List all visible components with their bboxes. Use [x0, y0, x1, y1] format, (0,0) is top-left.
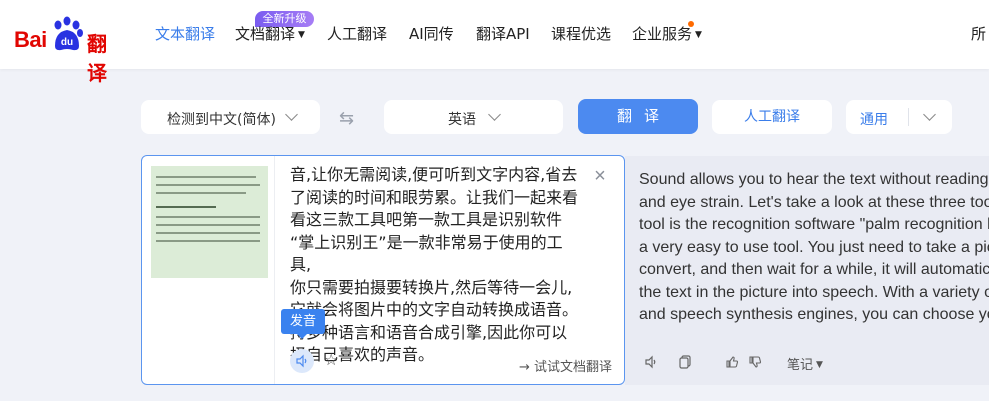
source-text[interactable]: 音,让你无需阅读,便可听到文字内容,省去 了阅读的时间和眼劳累。让我们一起来看 …	[290, 164, 580, 367]
nav-courses[interactable]: 课程优选	[551, 23, 611, 44]
logo-du-text: du	[61, 37, 73, 48]
logo-bai-text: Bai	[14, 27, 47, 52]
divider	[908, 108, 909, 126]
nav-translate-api[interactable]: 翻译API	[476, 23, 530, 44]
nav-ai-interpret[interactable]: AI同传	[409, 23, 454, 44]
logo-translate-text: 翻译	[87, 32, 107, 85]
swap-languages-icon[interactable]: ⇆	[339, 108, 361, 128]
uploaded-image-thumbnail[interactable]	[151, 166, 268, 278]
speaker-icon[interactable]	[641, 353, 661, 371]
nav-right-truncated[interactable]: 所	[971, 23, 986, 44]
speak-tooltip: 发音	[281, 309, 325, 339]
chevron-down-icon	[488, 108, 501, 121]
caret-down-icon: ▼	[695, 30, 702, 40]
nav-doc-translate[interactable]: 文档翻译 ▼	[235, 23, 305, 44]
thumbs-down-icon[interactable]	[745, 353, 765, 371]
clear-text-close-icon[interactable]: ×	[592, 166, 608, 186]
target-language-select[interactable]: 英语	[384, 100, 563, 134]
translated-text[interactable]: Sound allows you to hear the text withou…	[639, 169, 989, 327]
thumbs-up-icon[interactable]	[722, 353, 742, 371]
speaker-icon[interactable]	[290, 349, 314, 373]
caret-down-icon: ▼	[298, 30, 305, 40]
baidu-paw-icon: du	[54, 16, 83, 51]
top-header: Bai du 翻译 全新升级 文本翻译 文档翻译 ▼ 人工翻译 AI同传 翻译AP…	[0, 0, 989, 85]
chevron-down-icon	[285, 108, 298, 121]
caret-down-icon: ▼	[816, 360, 823, 370]
image-thumbnail-area	[142, 156, 275, 384]
favorite-star-icon[interactable]: ☆	[324, 352, 338, 370]
notes-dropdown[interactable]: 笔记 ▼	[787, 354, 823, 373]
copy-icon[interactable]	[675, 353, 695, 371]
human-translate-button[interactable]: 人工翻译	[712, 100, 832, 134]
source-language-select[interactable]: 检测到中文(简体)	[141, 100, 320, 134]
translate-button[interactable]: 翻译	[578, 99, 698, 134]
domain-select[interactable]: 通用	[846, 100, 952, 134]
nav-enterprise[interactable]: 企业服务 ▼	[632, 23, 702, 44]
nav-human-translate[interactable]: 人工翻译	[327, 23, 387, 44]
source-panel: 音,让你无需阅读,便可听到文字内容,省去 了阅读的时间和眼劳累。让我们一起来看 …	[141, 155, 625, 385]
try-doc-translate-link[interactable]: → 试试文档翻译	[519, 356, 612, 375]
chevron-down-icon	[923, 108, 936, 121]
nav-text-translate[interactable]: 文本翻译	[155, 23, 215, 44]
target-panel: Sound allows you to hear the text withou…	[625, 156, 989, 385]
baidu-translate-logo[interactable]: Bai du 翻译	[14, 14, 126, 85]
